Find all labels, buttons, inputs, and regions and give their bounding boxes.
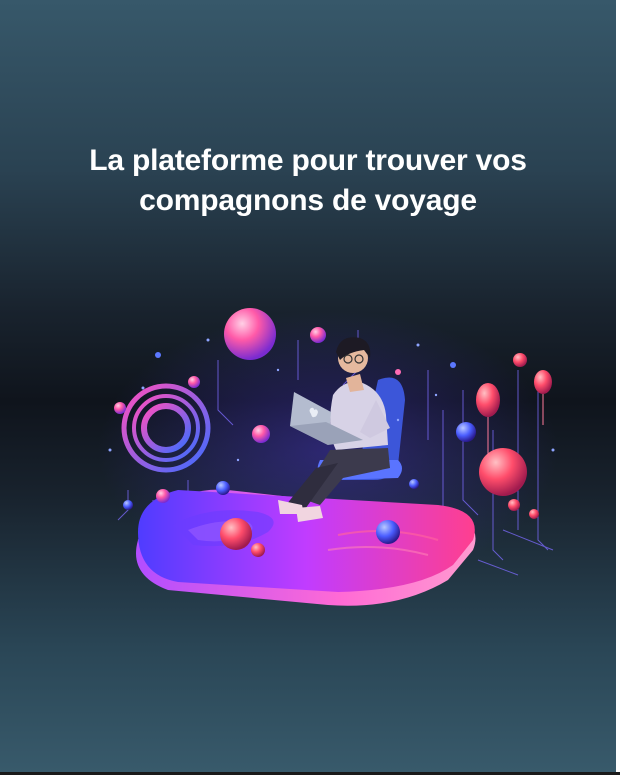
sphere-small <box>156 489 170 503</box>
hero-illustration <box>98 308 558 606</box>
sphere-small <box>216 481 230 495</box>
sphere-small <box>395 369 401 375</box>
onboarding-screen: La plateforme pour trouver vos compagnon… <box>0 0 616 772</box>
sphere-right <box>479 448 527 496</box>
sphere-small <box>310 327 326 343</box>
sphere-small <box>508 499 520 511</box>
sphere-small <box>456 422 476 442</box>
sphere-small <box>252 425 270 443</box>
sphere-small <box>409 479 419 489</box>
sphere-small <box>251 543 265 557</box>
sphere-small <box>114 402 126 414</box>
sphere-small <box>450 362 456 368</box>
sphere-small <box>188 376 200 388</box>
sphere-small <box>529 509 539 519</box>
window-edge-right <box>616 0 620 775</box>
sphere-platform <box>220 518 252 550</box>
sphere-large-top <box>224 308 276 360</box>
hero-title-line-1: La plateforme pour trouver vos <box>89 144 527 177</box>
sphere-small <box>513 353 527 367</box>
hero-title: La plateforme pour trouver vos compagnon… <box>40 141 576 221</box>
sphere-small <box>155 352 161 358</box>
sphere-small <box>123 500 133 510</box>
hero-title-line-2: compagnons de voyage <box>139 184 477 217</box>
sphere-blue-platform <box>376 520 400 544</box>
